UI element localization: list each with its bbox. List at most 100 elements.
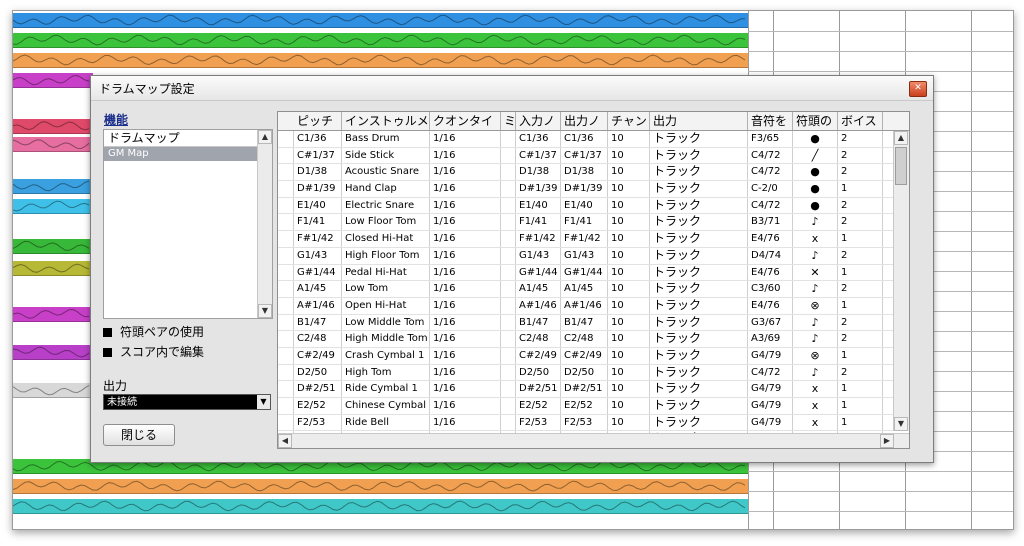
table-cell[interactable]: A1/45: [516, 281, 561, 297]
table-cell[interactable]: 1: [838, 181, 883, 197]
table-row[interactable]: C#2/49 Crash Cymbal 1 1/16 C#2/49 C#2/49 10 トラ…: [278, 347, 893, 365]
table-cell[interactable]: 2: [838, 164, 883, 181]
table-cell[interactable]: トラック: [650, 264, 748, 281]
column-header[interactable]: インストゥルメン: [342, 112, 430, 130]
table-cell[interactable]: E2/52: [561, 398, 608, 414]
table-cell[interactable]: [501, 331, 516, 347]
track-lane[interactable]: [13, 479, 748, 494]
table-cell[interactable]: 1/16: [430, 197, 501, 214]
table-cell[interactable]: A#1/46: [561, 297, 608, 314]
horizontal-scrollbar[interactable]: ◀ ▶: [278, 433, 909, 448]
table-cell[interactable]: x: [793, 398, 838, 414]
table-cell[interactable]: ♪: [793, 314, 838, 331]
table-cell[interactable]: C#1/37: [294, 147, 342, 164]
table-cell[interactable]: A#1/46: [516, 297, 561, 314]
table-row[interactable]: A#1/46 Open Hi-Hat 1/16 A#1/46 A#1/46 10 トラック E…: [278, 297, 893, 315]
table-cell[interactable]: Side Stick: [342, 147, 430, 164]
table-cell[interactable]: x: [793, 231, 838, 247]
track-lane[interactable]: [13, 345, 93, 360]
table-cell[interactable]: 10: [608, 281, 650, 297]
table-cell[interactable]: F1/41: [294, 214, 342, 231]
table-cell[interactable]: 10: [608, 414, 650, 431]
row-mute-cell[interactable]: [278, 331, 294, 347]
table-cell[interactable]: 1: [838, 398, 883, 414]
table-cell[interactable]: 10: [608, 297, 650, 314]
row-mute-cell[interactable]: [278, 414, 294, 431]
table-cell[interactable]: G4/79: [748, 381, 793, 397]
table-cell[interactable]: 2: [838, 131, 883, 147]
table-cell[interactable]: 1/16: [430, 297, 501, 314]
table-cell[interactable]: Closed Hi-Hat: [342, 231, 430, 247]
table-cell[interactable]: [501, 414, 516, 431]
track-lane[interactable]: [13, 499, 748, 514]
table-cell[interactable]: 10: [608, 231, 650, 247]
table-cell[interactable]: C#2/49: [516, 347, 561, 364]
row-mute-cell[interactable]: [278, 131, 294, 147]
table-cell[interactable]: 1/16: [430, 147, 501, 164]
table-cell[interactable]: [501, 381, 516, 397]
table-cell[interactable]: Bass Drum: [342, 131, 430, 147]
table-cell[interactable]: 1: [838, 264, 883, 281]
table-cell[interactable]: 2: [838, 314, 883, 331]
table-row[interactable]: E1/40 Electric Snare 1/16 E1/40 E1/40 10 トラック C…: [278, 197, 893, 215]
table-row[interactable]: F#1/42 Closed Hi-Hat 1/16 F#1/42 F#1/42 10 トラッ…: [278, 231, 893, 248]
table-cell[interactable]: [501, 347, 516, 364]
table-cell[interactable]: Open Hi-Hat: [342, 297, 430, 314]
table-row[interactable]: G1/43 High Floor Tom 1/16 G1/43 G1/43 10 トラック D…: [278, 247, 893, 265]
table-row[interactable]: B1/47 Low Middle Tom 1/16 B1/47 B1/47 10 トラック G…: [278, 314, 893, 332]
table-cell[interactable]: トラック: [650, 414, 748, 431]
row-mute-cell[interactable]: [278, 364, 294, 381]
chevron-down-icon[interactable]: ▼: [894, 417, 908, 431]
drum-map-list[interactable]: ドラムマップ GM Map ▲ ▼: [103, 129, 273, 319]
table-cell[interactable]: トラック: [650, 381, 748, 397]
table-cell[interactable]: D1/38: [516, 164, 561, 181]
table-cell[interactable]: C4/72: [748, 164, 793, 181]
column-header[interactable]: 出力: [650, 112, 748, 130]
column-header[interactable]: ボイス: [838, 112, 883, 130]
table-cell[interactable]: ╱: [793, 147, 838, 164]
table-cell[interactable]: トラック: [650, 231, 748, 247]
row-mute-cell[interactable]: [278, 214, 294, 231]
table-cell[interactable]: 1/16: [430, 231, 501, 247]
column-header[interactable]: 出力ノ: [561, 112, 608, 130]
table-cell[interactable]: トラック: [650, 297, 748, 314]
table-row[interactable]: A1/45 Low Tom 1/16 A1/45 A1/45 10 トラック C3/60 ♪ 2: [278, 281, 893, 298]
table-cell[interactable]: A1/45: [561, 281, 608, 297]
table-cell[interactable]: G#1/44: [516, 264, 561, 281]
table-cell[interactable]: ♪: [793, 281, 838, 297]
scroll-thumb[interactable]: [895, 147, 907, 185]
table-cell[interactable]: D#1/39: [516, 181, 561, 197]
table-cell[interactable]: C#1/37: [561, 147, 608, 164]
table-cell[interactable]: [501, 314, 516, 331]
table-cell[interactable]: D#2/51: [516, 381, 561, 397]
table-cell[interactable]: Electric Snare: [342, 197, 430, 214]
score-edit-checkbox[interactable]: スコア内で編集: [103, 343, 204, 360]
output-select[interactable]: 未接続 ▼: [103, 394, 271, 410]
table-cell[interactable]: G4/79: [748, 414, 793, 431]
table-cell[interactable]: 1: [838, 381, 883, 397]
table-cell[interactable]: C4/72: [748, 197, 793, 214]
table-cell[interactable]: D1/38: [294, 164, 342, 181]
table-cell[interactable]: [501, 398, 516, 414]
table-cell[interactable]: [501, 364, 516, 381]
table-row[interactable]: F1/41 Low Floor Tom 1/16 F1/41 F1/41 10 トラック B3…: [278, 214, 893, 232]
column-header[interactable]: ピッチ: [294, 112, 342, 130]
table-row[interactable]: D#2/51 Ride Cymbal 1 1/16 D#2/51 D#2/51 10 トラッ…: [278, 381, 893, 398]
table-cell[interactable]: 10: [608, 214, 650, 231]
table-cell[interactable]: 2: [838, 247, 883, 264]
table-cell[interactable]: D1/38: [561, 164, 608, 181]
table-cell[interactable]: Crash Cymbal 1: [342, 347, 430, 364]
table-cell[interactable]: F#1/42: [294, 231, 342, 247]
table-cell[interactable]: G1/43: [294, 247, 342, 264]
table-cell[interactable]: E1/40: [561, 197, 608, 214]
table-cell[interactable]: [501, 247, 516, 264]
row-mute-cell[interactable]: [278, 197, 294, 214]
table-cell[interactable]: [501, 164, 516, 181]
table-cell[interactable]: トラック: [650, 181, 748, 197]
table-cell[interactable]: 1/16: [430, 247, 501, 264]
table-cell[interactable]: 10: [608, 314, 650, 331]
table-cell[interactable]: D2/50: [561, 364, 608, 381]
table-cell[interactable]: ⊗: [793, 297, 838, 314]
table-cell[interactable]: 2: [838, 197, 883, 214]
chevron-up-icon[interactable]: ▲: [894, 131, 908, 145]
